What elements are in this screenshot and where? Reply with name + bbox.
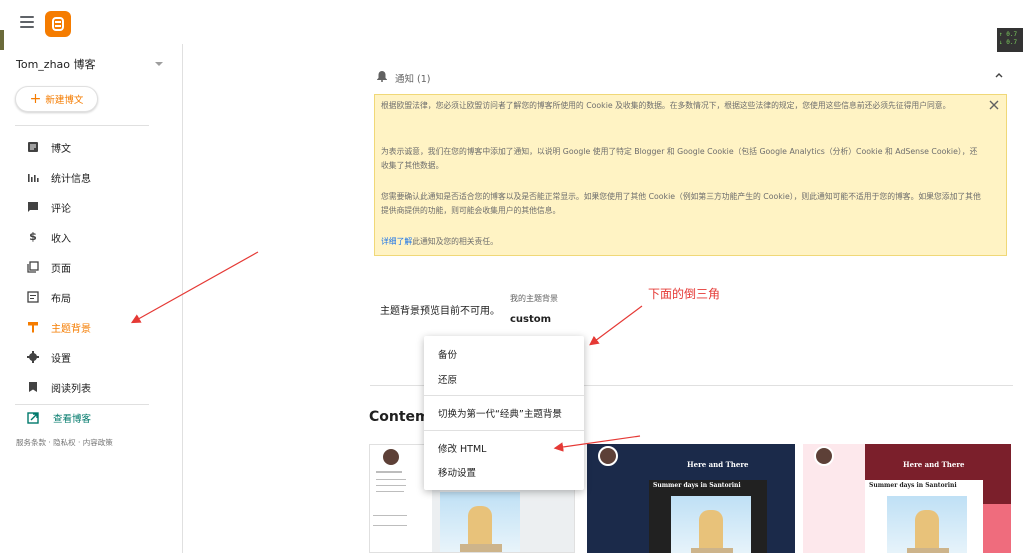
avatar (598, 446, 618, 466)
close-icon[interactable] (989, 100, 999, 110)
menu-item-classic-theme[interactable]: 切换为第一代“经典”主题背景 (438, 406, 562, 420)
sidebar-item-label: 评论 (51, 203, 71, 215)
menu-item-restore[interactable]: 还原 (438, 372, 457, 386)
card-sidebar (370, 445, 432, 552)
my-theme-label: 我的主题背景 (510, 294, 558, 303)
card-post-title: Summer days in Santorini (653, 482, 741, 489)
view-blog-label: 查看博客 (53, 414, 92, 425)
sidebar-item-label: 博文 (51, 143, 71, 155)
card-hero-title: Here and There (903, 460, 965, 469)
sidebar-item-layout[interactable]: 布局 (0, 284, 182, 310)
card-hero-title: Here and There (687, 460, 749, 469)
theme-card[interactable]: Here and There Summer days in Santorini (587, 444, 795, 553)
card-line (376, 471, 402, 473)
bookmark-icon (29, 382, 37, 392)
notice-paragraph: 根据欧盟法律，您必须让欧盟访问者了解您的博客所使用的 Cookie 及收集的数据… (381, 101, 951, 110)
learn-more-suffix: 此通知及您的相关责任。 (412, 237, 498, 246)
sidebar-item-label: 页面 (51, 263, 71, 275)
layout-icon (27, 291, 39, 303)
menu-item-edit-html[interactable]: 修改 HTML (438, 441, 486, 455)
theme-options-menu: 备份 还原 切换为第一代“经典”主题背景 修改 HTML 移动设置 (424, 336, 584, 490)
posts-icon (28, 142, 38, 152)
plus-icon: + (29, 91, 42, 107)
card-line (373, 515, 407, 516)
new-post-button[interactable]: + 新建博文 (15, 86, 98, 112)
notice-paragraph: 为表示诚意，我们在您的博客中添加了通知，以说明 Google 使用了特定 Blo… (381, 147, 978, 170)
footer-links[interactable]: 服务条款 · 隐私权 · 内容政策 (16, 437, 113, 448)
avatar (381, 447, 401, 467)
blog-selector[interactable]: Tom_zhao 博客 (16, 56, 96, 72)
card-image (440, 492, 520, 552)
notice-paragraph: 您需要确认此通知是否适合您的博客以及是否能正常显示。如果您使用了其他 Cooki… (381, 192, 981, 215)
menu-item-mobile-settings[interactable]: 移动设置 (438, 465, 476, 479)
card-line (376, 485, 406, 486)
arrow-to-dropdown (589, 305, 643, 346)
sidebar-item-stats[interactable]: 统计信息 (0, 164, 182, 190)
bar-chart-icon (28, 174, 39, 182)
card-post-title: Summer days in Santorini (869, 482, 957, 489)
sidebar-item-earnings[interactable]: $ 收入 (0, 224, 182, 250)
view-blog-link[interactable]: 查看博客 (0, 405, 182, 431)
blogger-logo[interactable] (45, 11, 71, 37)
bell-icon (377, 71, 387, 82)
sidebar-item-comments[interactable]: 评论 (0, 194, 182, 220)
sidebar-item-theme[interactable]: 主题背景 (0, 314, 182, 340)
chevron-up-icon[interactable] (994, 70, 1004, 80)
sidebar-item-label: 布局 (51, 293, 71, 305)
menu-divider (424, 430, 584, 431)
paint-roller-icon (28, 322, 38, 333)
menu-divider (424, 395, 584, 396)
annotation-text: 下面的倒三角 (648, 287, 721, 301)
sidebar-item-posts[interactable]: 博文 (0, 134, 182, 160)
download-speed: ↓ 0.7 (999, 39, 1018, 46)
pages-icon (27, 261, 39, 273)
gear-icon (27, 351, 39, 363)
sidebar-item-pages[interactable]: 页面 (0, 254, 182, 280)
dollar-icon: $ (29, 230, 37, 243)
sidebar-item-label: 设置 (51, 353, 71, 365)
comment-icon (28, 202, 38, 212)
preview-unavailable-text: 主题背景预览目前不可用。 (380, 306, 500, 317)
network-speed-widget: ↑ 0.7 ↓ 0.7 (997, 28, 1023, 52)
avatar (814, 446, 834, 466)
sidebar-item-label: 阅读列表 (51, 383, 91, 395)
divider (15, 125, 149, 126)
card-accent (983, 504, 1011, 553)
chevron-down-icon[interactable] (155, 62, 163, 66)
sidebar-item-reading-list[interactable]: 阅读列表 (0, 374, 182, 400)
sidebar-item-label: 统计信息 (51, 173, 91, 185)
cookie-notice: 根据欧盟法律，您必须让欧盟访问者了解您的博客所使用的 Cookie 及收集的数据… (374, 94, 1007, 256)
sidebar-item-settings[interactable]: 设置 (0, 344, 182, 370)
open-external-icon (27, 412, 39, 424)
notice-title: 通知 (1) (395, 74, 431, 85)
upload-speed: ↑ 0.7 (999, 31, 1018, 38)
card-image (671, 496, 751, 553)
card-line (376, 491, 404, 492)
menu-icon[interactable] (20, 16, 34, 28)
notice-learn-more: 详细了解此通知及您的相关责任。 (381, 235, 981, 249)
card-image (887, 496, 967, 553)
menu-item-backup[interactable]: 备份 (438, 347, 457, 361)
card-sidebar (803, 444, 865, 553)
theme-card[interactable]: Here and There Summer days in Santorini (803, 444, 1011, 553)
sidebar-item-label: 主题背景 (51, 323, 91, 335)
learn-more-link[interactable]: 详细了解 (381, 237, 412, 246)
card-line (376, 479, 406, 480)
card-line (373, 525, 407, 526)
new-post-label: 新建博文 (45, 95, 84, 106)
my-theme-name: custom (510, 314, 552, 325)
sidebar-item-label: 收入 (51, 233, 71, 245)
